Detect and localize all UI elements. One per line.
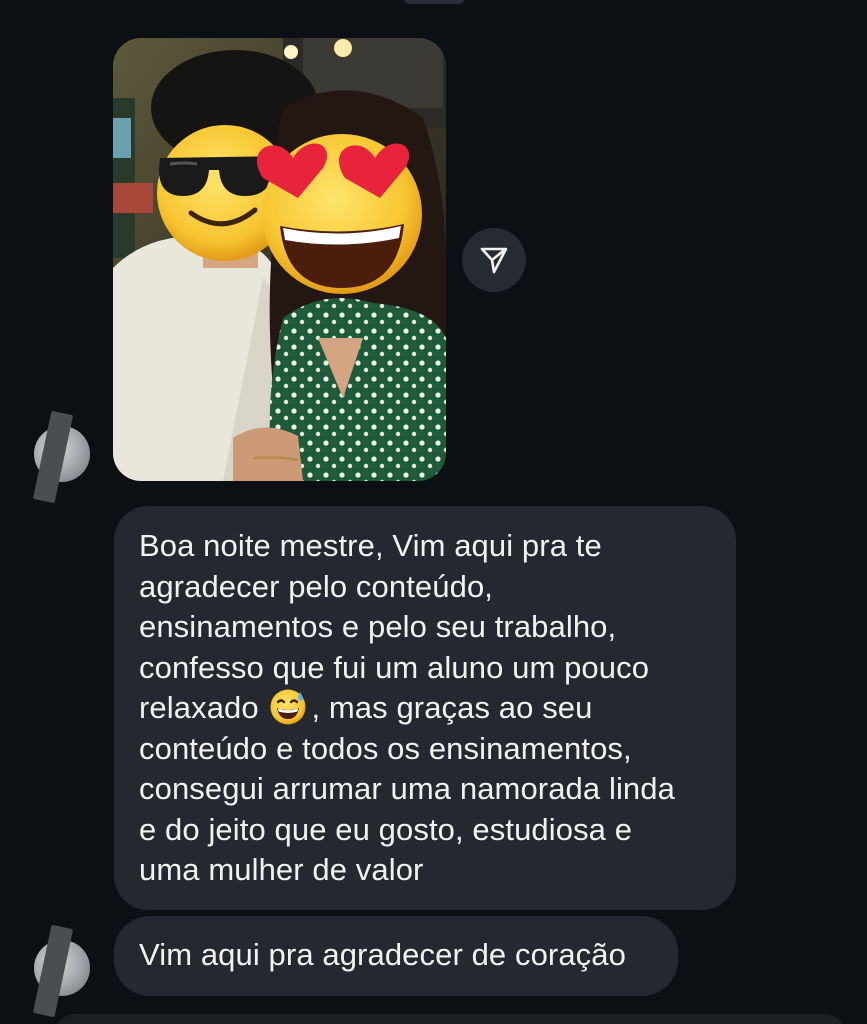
chat-thread: Boa noite mestre, Vim aqui pra te agrade… [0,0,867,1024]
message-line: agradecer pelo conteúdo, [139,568,493,604]
sender-avatar[interactable] [32,924,90,1018]
sender-avatar[interactable] [32,410,90,504]
message-text: , mas graças ao seu [311,690,593,725]
photo-message[interactable] [113,38,446,481]
message-line: consegui arrumar uma namorada linda [139,771,675,806]
message-text: relaxado [139,690,259,725]
message-bubble[interactable]: Vim aqui pra agradecer de coração [114,916,678,996]
message-line: ensinamentos e pelo seu trabalho, [139,609,617,644]
message-text: Vim aqui pra agradecer de coração [139,937,626,972]
message-line: confesso que fui um aluno um pouco [139,649,650,685]
share-button[interactable] [462,228,526,292]
message-line: relaxado , mas graças ao seu [139,688,712,729]
couple-selfie-image [113,38,446,481]
next-message-edge [55,1014,845,1024]
grinning-face-with-sweat-emoji [270,689,306,725]
avatar-redaction [32,410,74,504]
message-line: conteúdo e todos os ensinamentos, [139,730,632,766]
message-line: Boa noite mestre, Vim aqui pra te [139,528,602,563]
message-bubble[interactable]: Boa noite mestre, Vim aqui pra te agrade… [114,506,736,910]
send-icon [480,247,508,274]
avatar-redaction [32,924,74,1018]
message-line: e do jeito que eu gosto, estudiosa e [139,811,633,847]
previous-message-edge [404,0,464,4]
message-line: uma mulher de valor [139,852,424,887]
